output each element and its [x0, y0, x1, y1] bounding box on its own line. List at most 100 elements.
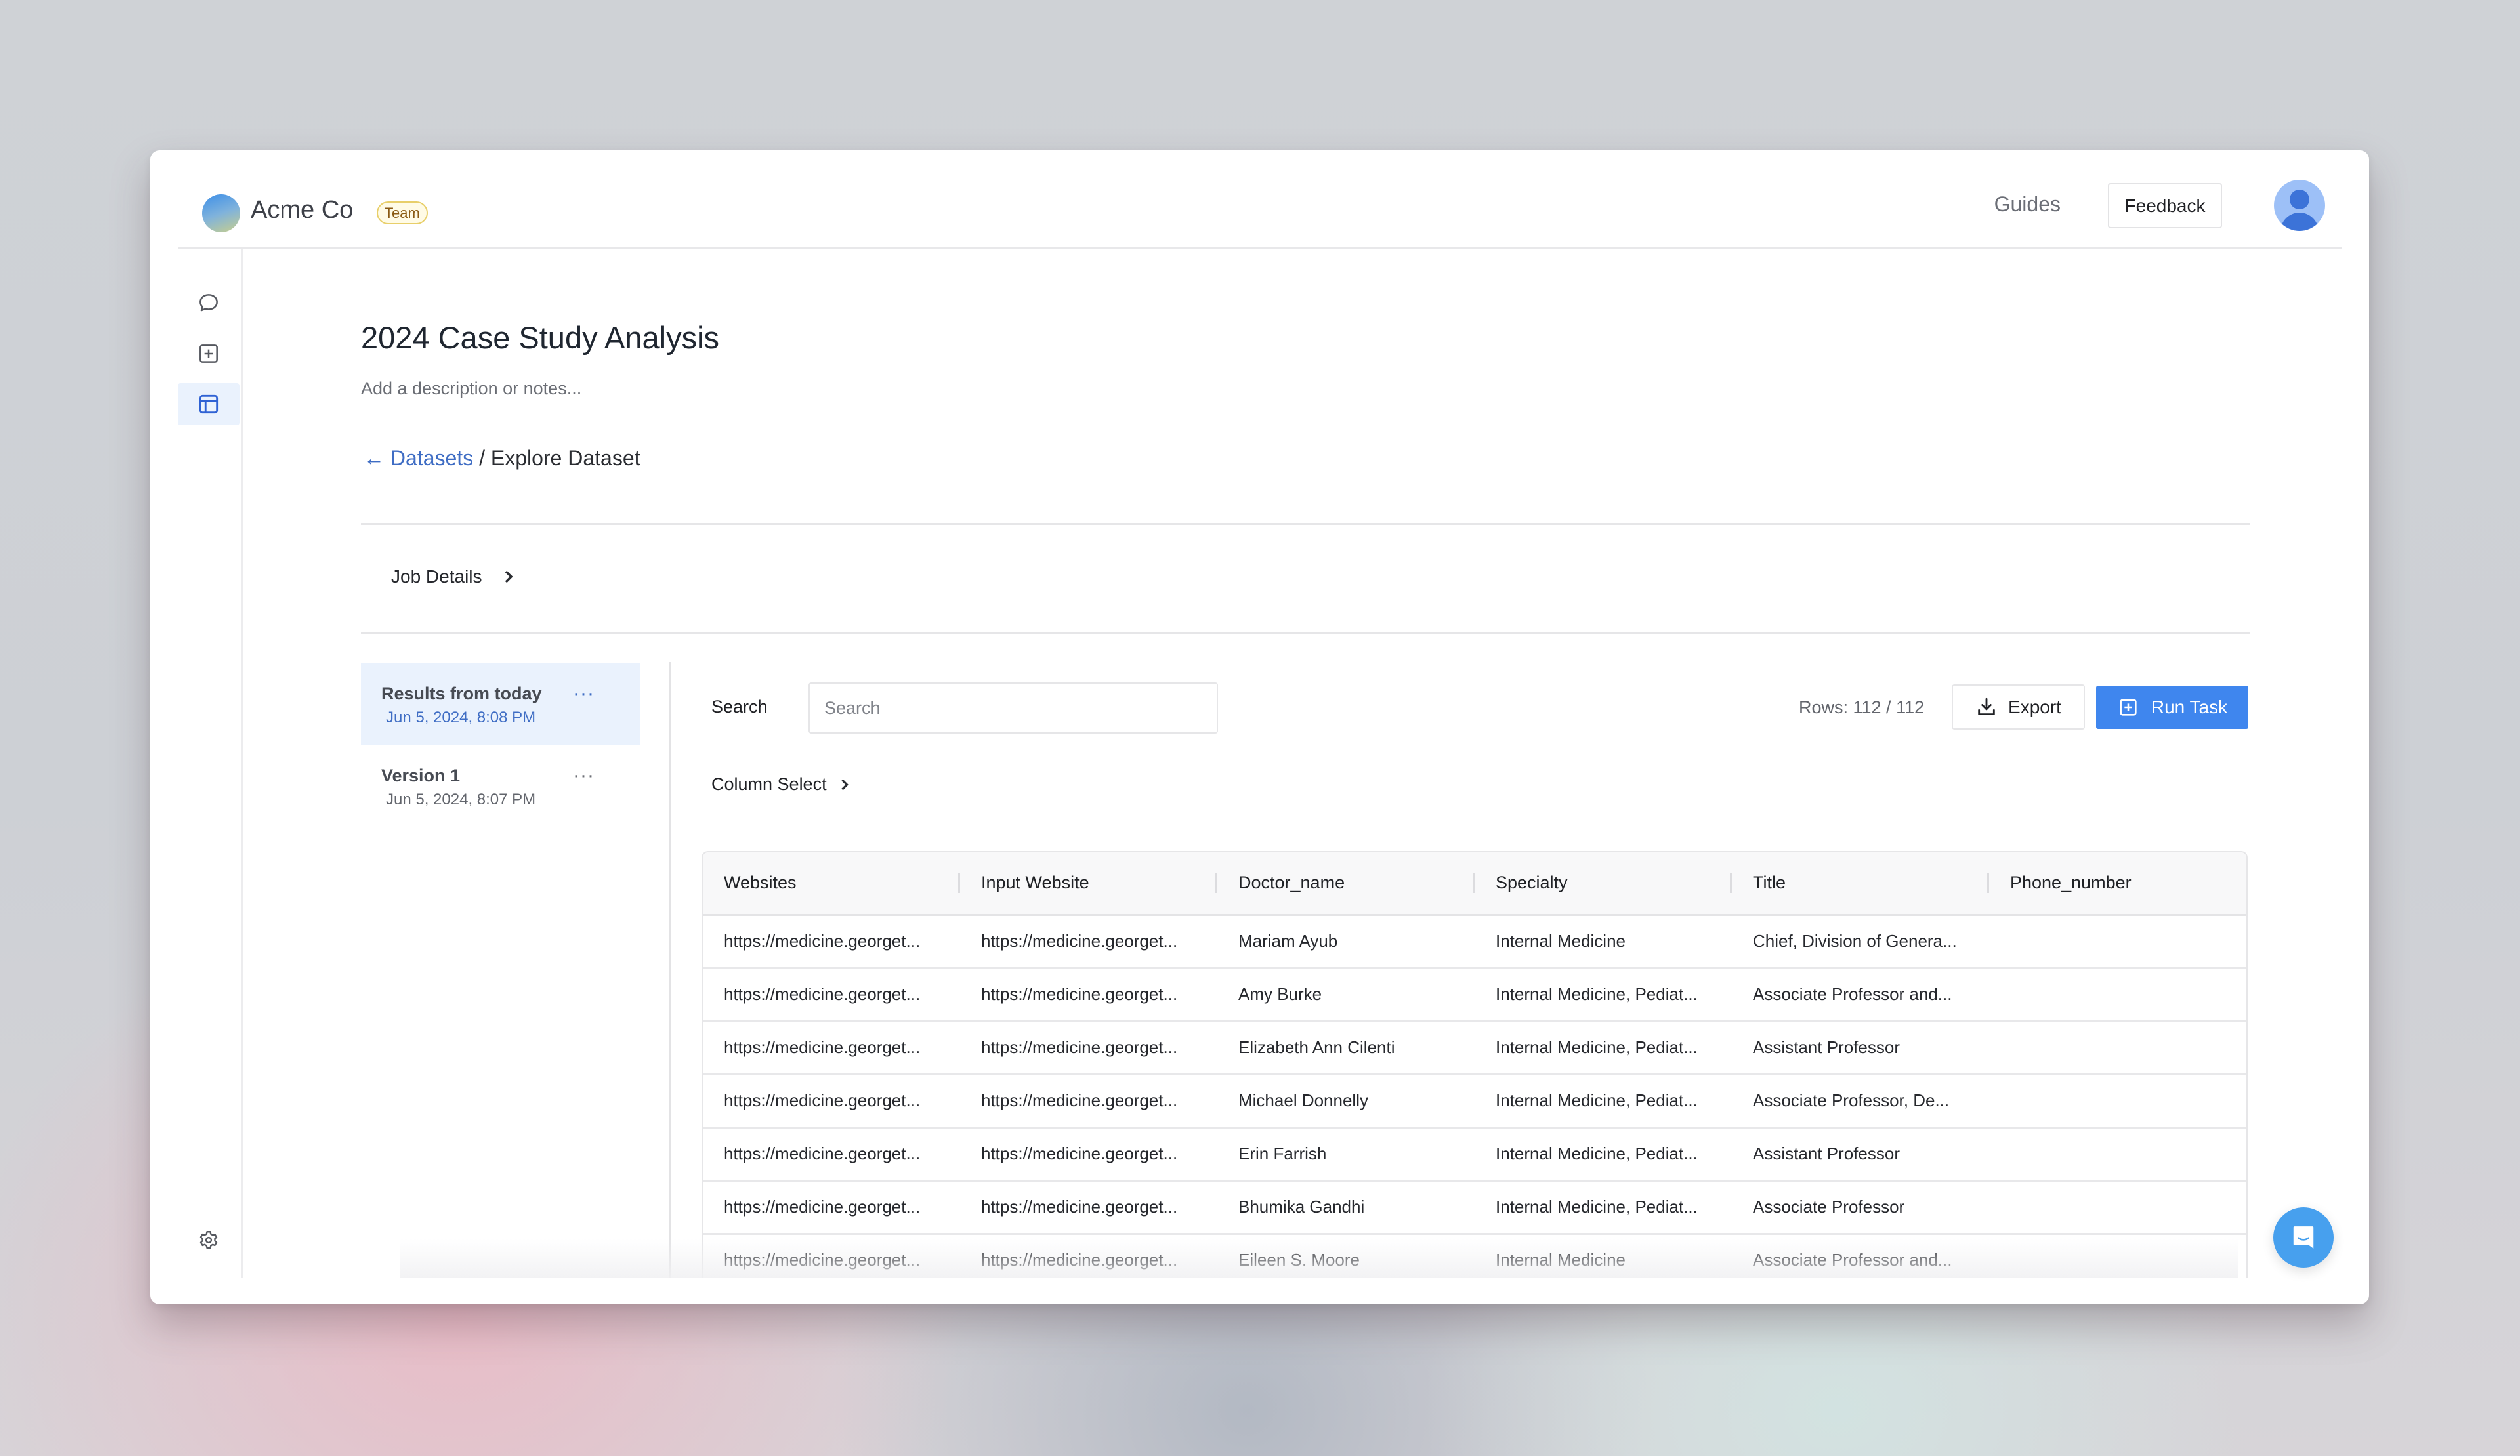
breadcrumb-current: Explore Dataset: [490, 446, 640, 470]
column-header-label: Phone_number: [2010, 873, 2132, 893]
nav-item-new[interactable]: [178, 333, 240, 375]
table-cell[interactable]: https://medicine.georget...: [960, 915, 1217, 969]
table-cell[interactable]: [1989, 968, 2246, 1022]
table-cell[interactable]: [1989, 1074, 2246, 1129]
chat-bubble-icon: [200, 294, 218, 312]
table-row[interactable]: https://medicine.georget... https://medic…: [703, 1127, 2246, 1182]
column-header[interactable]: Title: [1732, 852, 1989, 916]
version-item[interactable]: Version 1 Jun 5, 2024, 8:07 PM ···: [361, 745, 640, 827]
table-row[interactable]: https://medicine.georget... https://medic…: [703, 1074, 2246, 1129]
column-header[interactable]: Input Website: [960, 852, 1217, 916]
table-cell[interactable]: [1989, 1234, 2246, 1278]
table-cell[interactable]: Elizabeth Ann Cilenti: [1217, 1021, 1475, 1075]
table-cell[interactable]: https://medicine.georget...: [703, 1074, 960, 1129]
table-icon: [199, 394, 219, 414]
avatar-body: [2280, 213, 2319, 231]
breadcrumb-separator: /: [473, 446, 491, 470]
table-cell[interactable]: https://medicine.georget...: [703, 1127, 960, 1182]
table-cell[interactable]: Erin Farrish: [1217, 1127, 1475, 1182]
table-cell[interactable]: Amy Burke: [1217, 968, 1475, 1022]
table-cell[interactable]: Associate Professor: [1732, 1180, 1989, 1235]
job-details-label: Job Details: [391, 566, 482, 587]
table-cell[interactable]: [1989, 1180, 2246, 1235]
version-date: Jun 5, 2024, 8:07 PM: [386, 791, 536, 808]
table-cell[interactable]: https://medicine.georget...: [960, 1127, 1217, 1182]
table-cell[interactable]: https://medicine.georget...: [960, 968, 1217, 1022]
user-avatar-icon[interactable]: [2274, 180, 2325, 231]
table-cell[interactable]: Assistant Professor: [1732, 1127, 1989, 1182]
table-cell[interactable]: Associate Professor and...: [1732, 1234, 1989, 1278]
table-cell[interactable]: https://medicine.georget...: [703, 915, 960, 969]
table-cell[interactable]: [1989, 1021, 2246, 1075]
table-cell[interactable]: https://medicine.georget...: [703, 1234, 960, 1278]
table-cell[interactable]: Chief, Division of Genera...: [1732, 915, 1989, 969]
panel-splitter[interactable]: [669, 662, 671, 1278]
column-header-label: Websites: [724, 873, 797, 893]
breadcrumb-back-link[interactable]: ← Datasets: [364, 446, 473, 470]
job-details-toggle[interactable]: Job Details: [391, 566, 515, 587]
table-row[interactable]: https://medicine.georget... https://medic…: [703, 1021, 2246, 1075]
page-title[interactable]: 2024 Case Study Analysis: [361, 320, 719, 356]
table-cell[interactable]: Associate Professor and...: [1732, 968, 1989, 1022]
table-cell[interactable]: [1989, 1127, 2246, 1182]
search-label: Search: [711, 697, 768, 717]
more-options-icon[interactable]: ···: [573, 682, 595, 705]
plus-square-icon: [2120, 699, 2137, 716]
table-row[interactable]: https://medicine.georget... https://medic…: [703, 968, 2246, 1022]
table-cell[interactable]: https://medicine.georget...: [960, 1234, 1217, 1278]
table-cell[interactable]: Assistant Professor: [1732, 1021, 1989, 1075]
table-cell[interactable]: Bhumika Gandhi: [1217, 1180, 1475, 1235]
run-task-label: Run Task: [2151, 697, 2228, 717]
run-task-button[interactable]: Run Task: [2096, 686, 2248, 729]
plus-square-icon: [200, 344, 218, 363]
table-cell[interactable]: Internal Medicine, Pediat...: [1475, 1074, 1732, 1129]
chevron-right-icon: [505, 570, 513, 583]
table-cell[interactable]: https://medicine.georget...: [703, 1021, 960, 1075]
table-cell[interactable]: Eileen S. Moore: [1217, 1234, 1475, 1278]
description-field[interactable]: Add a description or notes...: [361, 379, 581, 399]
nav-item-chat[interactable]: [178, 282, 240, 324]
column-header[interactable]: Doctor_name: [1217, 852, 1475, 916]
chat-support-icon: [2293, 1226, 2314, 1249]
chat-support-button[interactable]: [2273, 1207, 2334, 1268]
nav-item-datasets[interactable]: [178, 383, 240, 425]
column-select-toggle[interactable]: Column Select: [711, 774, 850, 795]
feedback-button[interactable]: Feedback: [2108, 183, 2222, 228]
table-cell[interactable]: Internal Medicine: [1475, 915, 1732, 969]
table-row[interactable]: https://medicine.georget... https://medic…: [703, 915, 2246, 969]
table-cell[interactable]: Internal Medicine: [1475, 1234, 1732, 1278]
version-item[interactable]: Results from today Jun 5, 2024, 8:08 PM …: [361, 663, 640, 745]
plan-badge: Team: [377, 201, 428, 224]
brand-name[interactable]: Acme Co: [251, 196, 353, 224]
table-cell[interactable]: https://medicine.georget...: [703, 1180, 960, 1235]
brand-logo[interactable]: [202, 194, 240, 232]
table-cell[interactable]: [1989, 915, 2246, 969]
guides-link[interactable]: Guides: [1994, 192, 2061, 217]
settings-button[interactable]: [178, 1220, 240, 1260]
table-cell[interactable]: Internal Medicine, Pediat...: [1475, 1127, 1732, 1182]
table-cell[interactable]: Internal Medicine, Pediat...: [1475, 968, 1732, 1022]
column-header[interactable]: Websites: [703, 852, 960, 916]
column-header[interactable]: Phone_number: [1989, 852, 2248, 916]
section-divider: [361, 523, 2250, 525]
table-cell[interactable]: https://medicine.georget...: [960, 1074, 1217, 1129]
table-cell[interactable]: Internal Medicine, Pediat...: [1475, 1021, 1732, 1075]
table-cell[interactable]: https://medicine.georget...: [703, 968, 960, 1022]
column-header[interactable]: Specialty: [1475, 852, 1732, 916]
table-cell[interactable]: Associate Professor, De...: [1732, 1074, 1989, 1129]
export-button[interactable]: Export: [1952, 684, 2085, 730]
table-cell[interactable]: Mariam Ayub: [1217, 915, 1475, 969]
more-options-icon[interactable]: ···: [573, 764, 595, 787]
table-row[interactable]: https://medicine.georget... https://medic…: [703, 1180, 2246, 1235]
search-input[interactable]: [808, 682, 1218, 734]
table-cell[interactable]: https://medicine.georget...: [960, 1021, 1217, 1075]
table-cell[interactable]: Internal Medicine, Pediat...: [1475, 1180, 1732, 1235]
breadcrumb-parent[interactable]: Datasets: [390, 446, 473, 470]
table-row[interactable]: https://medicine.georget... https://medic…: [703, 1234, 2246, 1278]
table-cell[interactable]: https://medicine.georget...: [960, 1180, 1217, 1235]
avatar-head: [2290, 190, 2309, 209]
gear-icon: [200, 1231, 218, 1249]
export-label: Export: [2008, 696, 2061, 717]
column-resize-handle[interactable]: [2247, 873, 2248, 893]
table-cell[interactable]: Michael Donnelly: [1217, 1074, 1475, 1129]
